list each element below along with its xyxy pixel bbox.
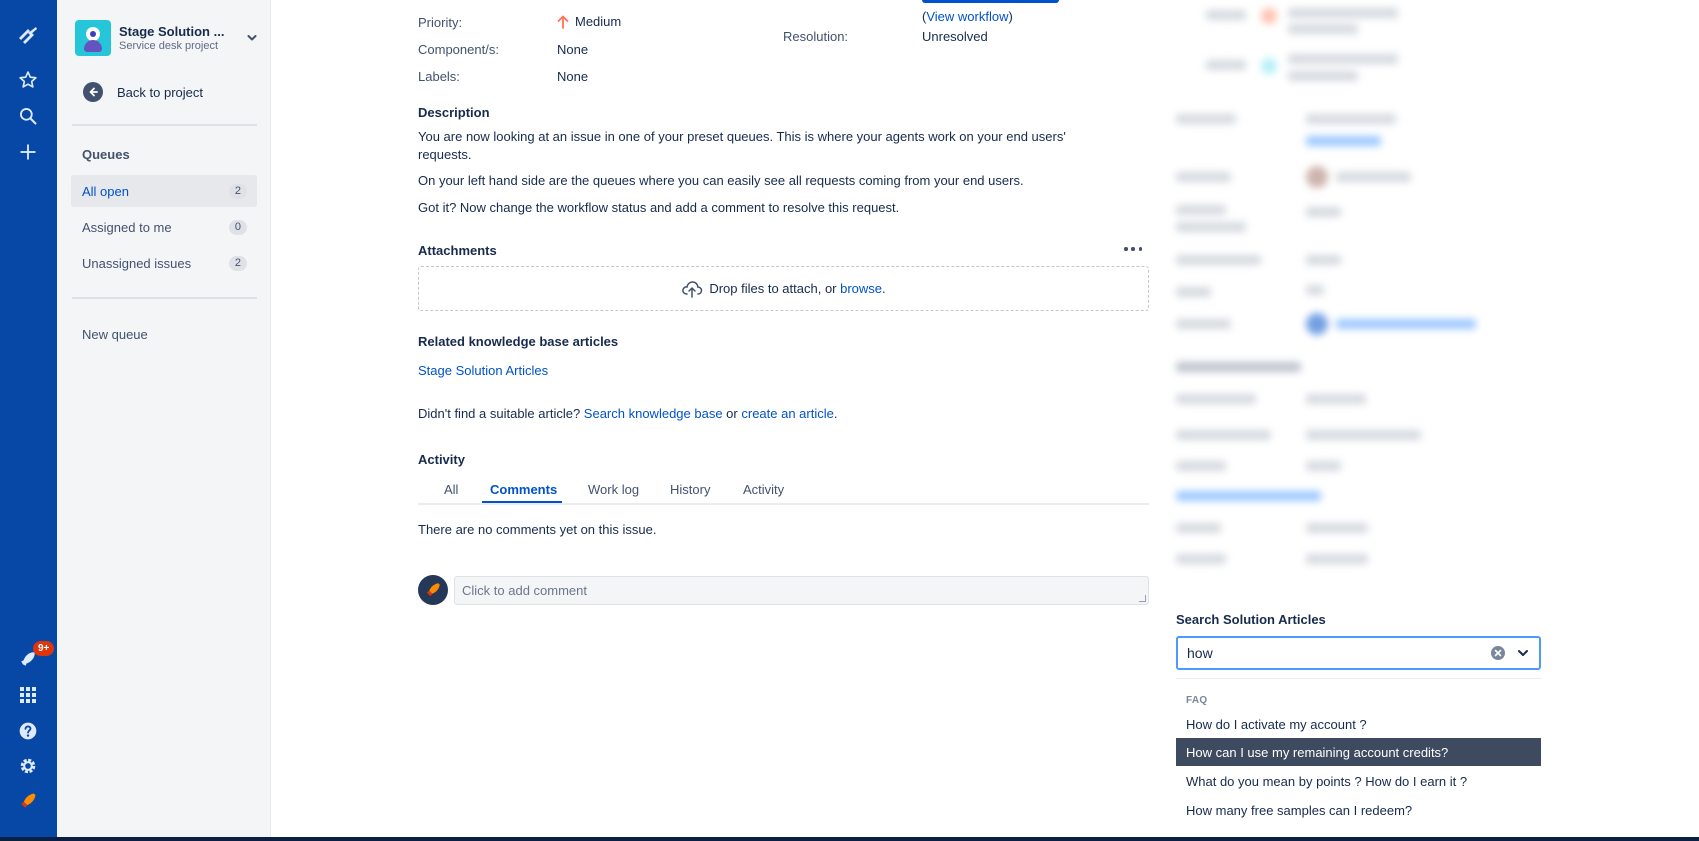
attachments-heading: Attachments: [418, 243, 497, 258]
kb-or-text: or: [722, 406, 742, 421]
add-comment-field[interactable]: Click to add comment: [454, 576, 1149, 605]
solution-search-select[interactable]: [1176, 636, 1541, 670]
description-paragraph: Got it? Now change the workflow status a…: [418, 200, 900, 215]
activity-heading: Activity: [418, 452, 465, 467]
search-solution-articles-label: Search Solution Articles: [1176, 612, 1326, 627]
global-nav: 9+: [0, 0, 57, 837]
kb-prompt-text: Didn't find a suitable article?: [418, 406, 584, 421]
result-option-highlighted[interactable]: How can I use my remaining account credi…: [1176, 738, 1541, 766]
dropzone-suffix: .: [882, 281, 886, 296]
arrow-up-icon: [557, 15, 569, 29]
queue-item-unassigned-issues[interactable]: Unassigned issues 2: [71, 247, 257, 279]
priority-value: Medium: [557, 14, 621, 29]
project-name: Stage Solution ...: [119, 24, 225, 39]
project-type: Service desk project: [119, 40, 219, 52]
result-option[interactable]: How many free samples can I redeem?: [1176, 796, 1541, 824]
new-queue-link[interactable]: New queue: [82, 327, 148, 342]
resolution-value: Unresolved: [922, 29, 988, 44]
solution-results-dropdown: FAQ How do I activate my account ? How c…: [1176, 678, 1541, 837]
active-tab-indicator: [482, 501, 562, 503]
kb-heading: Related knowledge base articles: [418, 334, 619, 349]
view-workflow-link[interactable]: View workflow: [926, 9, 1008, 24]
cloud-upload-icon: [681, 280, 703, 298]
create-article-link[interactable]: create an article: [741, 406, 834, 421]
dropzone-text: Drop files to attach, or: [709, 281, 841, 296]
workflow-status-button[interactable]: [922, 0, 1059, 3]
clear-icon[interactable]: [1491, 646, 1505, 660]
component-label: Component/s:: [418, 42, 499, 57]
stage-solution-articles-link[interactable]: Stage Solution Articles: [418, 363, 548, 378]
description-paragraph: On your left hand side are the queues wh…: [418, 173, 1024, 188]
queues-heading: Queues: [82, 147, 130, 162]
labels-value[interactable]: None: [557, 69, 588, 84]
user-avatar: [418, 575, 448, 605]
sidebar-divider: [72, 124, 257, 126]
more-actions-icon[interactable]: [1124, 241, 1142, 257]
result-option[interactable]: What do you mean by points ? How do I ea…: [1176, 767, 1541, 795]
priority-value-text: Medium: [575, 14, 622, 29]
description-heading: Description: [418, 105, 490, 120]
tab-history[interactable]: History: [670, 482, 710, 497]
queue-label: Unassigned issues: [82, 255, 192, 271]
chevron-down-icon[interactable]: [1515, 645, 1531, 661]
queue-item-all-open[interactable]: All open 2: [71, 175, 257, 207]
user-avatar-icon[interactable]: [16, 789, 40, 813]
resolution-label: Resolution:: [783, 29, 849, 44]
queue-label: Assigned to me: [82, 219, 172, 235]
tab-all[interactable]: All: [444, 482, 458, 497]
activity-tabs: All Comments Work log History Activity: [418, 480, 1149, 505]
kb-suffix: .: [833, 406, 838, 421]
browse-link[interactable]: browse: [840, 281, 882, 296]
tab-activity[interactable]: Activity: [743, 482, 784, 497]
attachment-dropzone[interactable]: Drop files to attach, or browse.: [418, 266, 1149, 311]
notification-badge: 9+: [33, 641, 55, 656]
description-paragraph: You are now looking at an issue in one o…: [418, 129, 1066, 162]
app-switcher-icon[interactable]: [16, 683, 40, 707]
tab-comments[interactable]: Comments: [490, 482, 557, 497]
queue-count: 0: [228, 219, 247, 235]
queue-count: 2: [228, 255, 247, 271]
project-sidebar: Stage Solution ... Service desk project …: [57, 0, 271, 837]
sidebar-divider: [72, 297, 257, 299]
back-to-project-label: Back to project: [117, 84, 203, 100]
queue-item-assigned-to-me[interactable]: Assigned to me 0: [71, 211, 257, 243]
blurred-issue-details: [1176, 0, 1536, 580]
no-comments-text: There are no comments yet on this issue.: [418, 522, 657, 537]
kb-prompt: Didn't find a suitable article? Search k…: [418, 406, 837, 421]
chevron-down-icon[interactable]: [244, 30, 260, 46]
settings-icon[interactable]: [16, 754, 40, 778]
view-workflow: (View workflow): [922, 9, 1013, 24]
plus-icon[interactable]: [16, 140, 40, 164]
arrow-left-icon: [83, 82, 103, 102]
labels-label: Labels:: [418, 69, 460, 84]
queue-label: All open: [82, 183, 129, 199]
results-group-heading: FAQ: [1186, 695, 1208, 706]
tab-work-log[interactable]: Work log: [588, 482, 639, 497]
back-to-project-link[interactable]: Back to project: [83, 82, 203, 102]
comment-placeholder: Click to add comment: [462, 583, 587, 598]
project-switcher[interactable]: Stage Solution ... Service desk project: [75, 19, 260, 57]
jira-logo-icon[interactable]: [16, 24, 40, 48]
search-icon[interactable]: [16, 104, 40, 128]
solution-search-input[interactable]: [1187, 639, 1491, 667]
project-avatar: [75, 20, 111, 56]
component-value[interactable]: None: [557, 42, 588, 57]
resize-handle[interactable]: [1139, 595, 1146, 602]
search-knowledge-base-link[interactable]: Search knowledge base: [584, 406, 723, 421]
help-icon[interactable]: [16, 719, 40, 743]
paren-close: ): [1008, 9, 1013, 24]
window-bottom-edge: [0, 837, 1699, 841]
priority-label: Priority:: [418, 15, 463, 30]
result-option[interactable]: How do I activate my account ?: [1176, 710, 1541, 738]
queue-count: 2: [228, 183, 247, 199]
star-icon[interactable]: [16, 68, 40, 92]
